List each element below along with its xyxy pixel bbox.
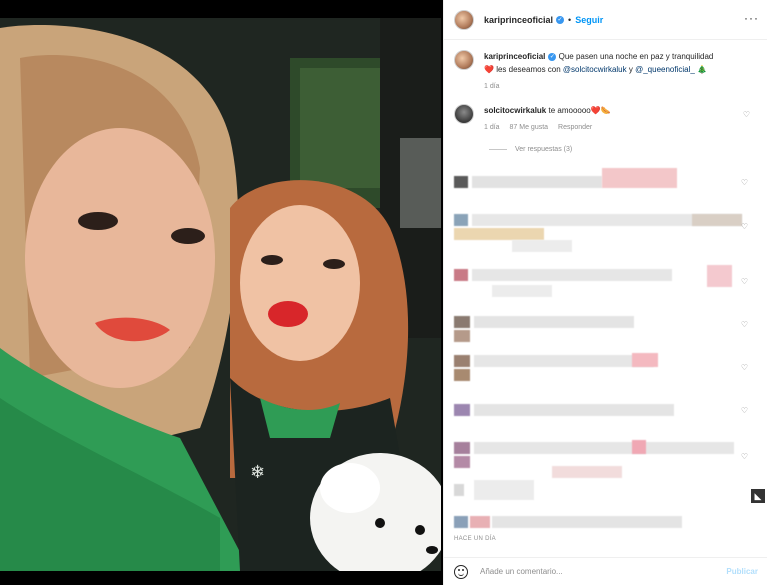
verified-icon: ✓ <box>548 52 557 61</box>
instagram-post-viewer: ❄ kariprinceoficial ✓ • Seguir ··· karip… <box>0 0 767 585</box>
caption-text: kariprinceoficial ✓ Que pasen una noche e… <box>484 50 749 93</box>
blurred-comment: ♡ <box>452 212 752 252</box>
comment-avatar[interactable] <box>454 104 474 124</box>
avatar[interactable] <box>454 9 474 30</box>
view-replies-label[interactable]: Ver respuestas (3) <box>515 146 572 153</box>
author-username[interactable]: kariprinceoficial <box>484 15 553 25</box>
blurred-comment: ♡ <box>452 353 752 383</box>
heart-emoji: ❤️ <box>484 65 494 74</box>
heart-icon[interactable]: ♡ <box>741 452 748 461</box>
mention-link[interactable]: @_queenoficial_ <box>635 65 695 74</box>
blurred-comment: ♡ <box>452 265 752 297</box>
heart-icon[interactable]: ♡ <box>743 110 750 119</box>
blurred-comment: ♡ <box>452 314 752 344</box>
heart-icon[interactable]: ♡ <box>741 363 748 372</box>
blurred-comment: ♡ <box>452 440 752 478</box>
reply-button[interactable]: Responder <box>558 124 592 131</box>
heart-icon[interactable]: ♡ <box>741 222 748 231</box>
publish-button[interactable]: Publicar <box>726 567 758 576</box>
comment-item: solcitocwirkaluk te amooooo❤️🌭 1 día 87 … <box>454 104 754 134</box>
emoji-icon[interactable] <box>454 564 468 579</box>
comment-input[interactable] <box>480 567 727 576</box>
post-photo[interactable]: ❄ <box>0 18 441 571</box>
heart-icon[interactable]: ♡ <box>741 277 748 286</box>
heart-icon[interactable]: ♡ <box>741 178 748 187</box>
replies-line <box>489 149 507 150</box>
verified-icon: ✓ <box>556 15 565 24</box>
caption-part2: les deseamos con <box>496 65 561 74</box>
comment-text: solcitocwirkaluk te amooooo❤️🌭 1 día 87 … <box>484 104 611 134</box>
comment-emoji: ❤️🌭 <box>590 106 611 115</box>
comment-body: te amooooo <box>548 106 591 115</box>
blurred-comment <box>452 478 752 508</box>
comment-username[interactable]: solcitocwirkaluk <box>484 106 546 115</box>
post-timestamp[interactable]: HACE UN DÍA <box>454 536 496 542</box>
caption-avatar[interactable] <box>454 50 474 70</box>
caption-part3: y <box>628 65 633 74</box>
scroll-arrow-icon[interactable]: ◣ <box>751 489 765 503</box>
svg-text:❄: ❄ <box>250 462 265 483</box>
comment-composer: Publicar <box>444 557 767 585</box>
heart-icon[interactable]: ♡ <box>741 320 748 329</box>
mention-link[interactable]: @solcitocwirkaluk <box>563 65 627 74</box>
separator-dot: • <box>568 14 572 25</box>
follow-button[interactable]: Seguir <box>575 15 603 25</box>
caption-part1: Que pasen una noche en paz y tranquilida… <box>558 52 714 61</box>
selfie-image: ❄ <box>0 18 441 571</box>
blurred-comment: ♡ <box>452 168 752 198</box>
caption-meta: 1 día <box>484 80 749 93</box>
heart-icon[interactable]: ♡ <box>741 406 748 415</box>
caption-username[interactable]: kariprinceoficial <box>484 52 545 61</box>
caption-time[interactable]: 1 día <box>484 83 500 90</box>
blurred-comment <box>452 514 752 544</box>
more-options-icon[interactable]: ··· <box>744 11 759 25</box>
post-side-panel: kariprinceoficial ✓ • Seguir ··· karipri… <box>443 0 767 585</box>
comment-meta: 1 día 87 Me gusta Responder <box>484 121 611 134</box>
blurred-comment: ♡ <box>452 402 752 432</box>
post-caption: kariprinceoficial ✓ Que pasen una noche e… <box>454 50 754 93</box>
comment-likes[interactable]: 87 Me gusta <box>510 124 549 131</box>
comment-time[interactable]: 1 día <box>484 124 500 131</box>
view-replies[interactable]: Ver respuestas (3) <box>489 146 572 153</box>
post-header: kariprinceoficial ✓ • Seguir ··· <box>444 0 767 40</box>
tree-emoji: 🎄 <box>697 65 708 74</box>
